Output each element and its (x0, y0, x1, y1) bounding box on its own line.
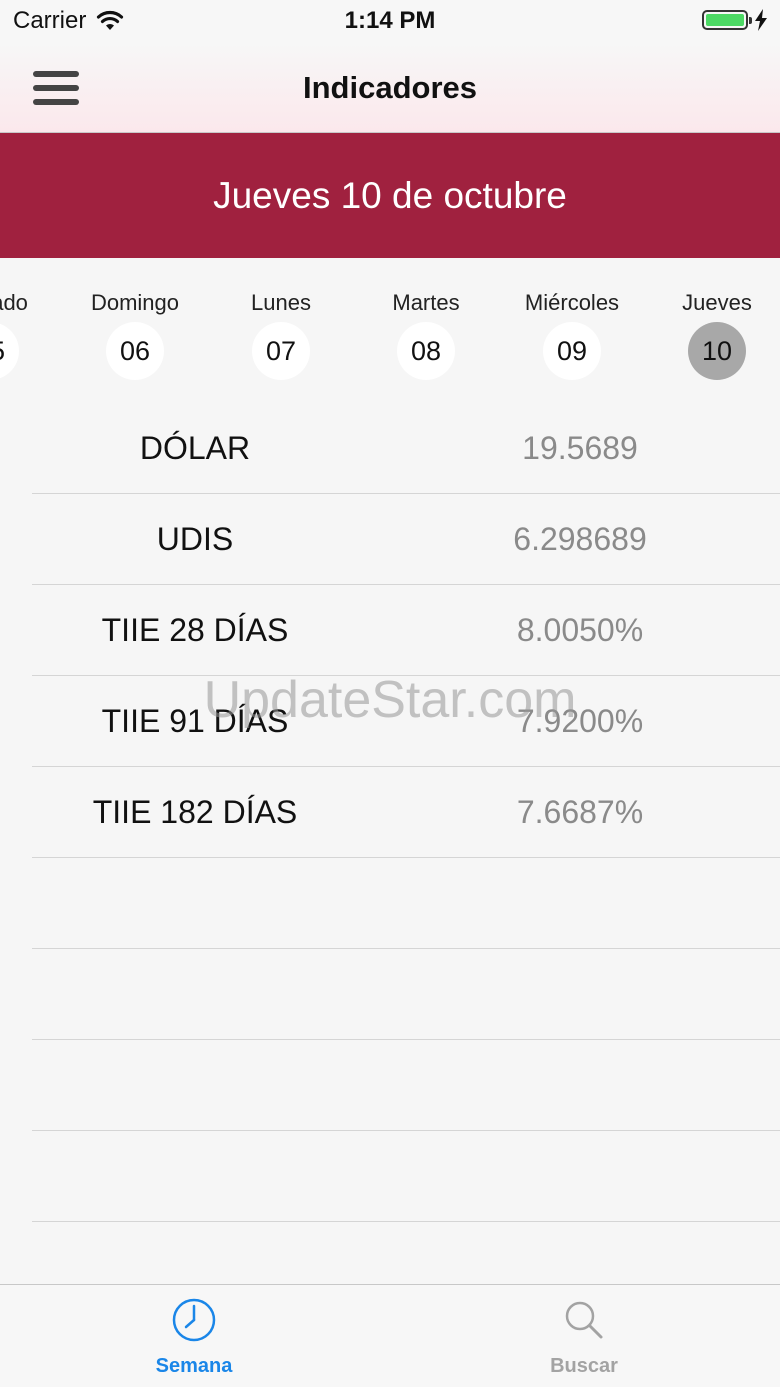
day-item-lunes[interactable]: Lunes 07 (211, 288, 351, 380)
tab-semana[interactable]: Semana (94, 1297, 294, 1378)
indicator-name: DÓLAR (139, 430, 251, 466)
indicator-value: 8.0050% (516, 612, 644, 648)
battery-indicator (702, 9, 768, 31)
charging-bolt-icon (755, 9, 767, 31)
table-row-empty (32, 1040, 780, 1131)
indicator-name (32, 949, 358, 1040)
indicator-value (440, 1040, 720, 1131)
tab-buscar[interactable]: Buscar (484, 1297, 684, 1378)
indicator-name: TIIE 182 DÍAS (92, 794, 298, 830)
table-row[interactable]: DÓLAR 19.5689 (32, 403, 780, 494)
day-number: 05 (0, 322, 19, 380)
date-banner-text: Jueves 10 de octubre (213, 174, 567, 216)
indicator-name: UDIS (156, 521, 234, 557)
day-label: Sábado (0, 290, 28, 315)
status-time: 1:14 PM (344, 7, 436, 34)
day-number: 07 (252, 322, 310, 380)
day-item-martes[interactable]: Martes 08 (356, 288, 496, 380)
indicator-name: TIIE 28 DÍAS (101, 612, 289, 648)
navigation-bar: Indicadores (0, 44, 780, 133)
day-item-miercoles[interactable]: Miércoles 09 (502, 288, 642, 380)
day-label: Miércoles (524, 290, 620, 315)
day-label: Jueves (682, 290, 752, 315)
page-title: Indicadores (303, 70, 477, 105)
indicator-name (32, 858, 358, 949)
indicator-value (440, 949, 720, 1040)
indicator-name (32, 1131, 358, 1222)
table-row[interactable]: TIIE 182 DÍAS 7.6687% (32, 767, 780, 858)
day-selector[interactable]: Sábado 05 Domingo 06 Lunes 07 Martes 08 … (0, 258, 780, 398)
indicator-value (440, 858, 720, 949)
indicator-value: 6.298689 (513, 521, 647, 557)
table-row[interactable]: UDIS 6.298689 (32, 494, 780, 585)
indicator-value: 19.5689 (522, 430, 638, 466)
table-row-empty (32, 858, 780, 949)
indicator-value: 7.6687% (516, 794, 644, 830)
indicator-value: 7.9200% (516, 703, 644, 739)
day-number: 06 (106, 322, 164, 380)
table-row[interactable]: TIIE 28 DÍAS 8.0050% (32, 585, 780, 676)
tab-label: Buscar (550, 1355, 618, 1377)
indicator-name: TIIE 91 DÍAS (101, 703, 289, 739)
battery-icon (702, 10, 752, 30)
tab-bar: Semana Buscar (0, 1284, 780, 1387)
indicators-table: DÓLAR 19.5689 UDIS 6.298689 TIIE 28 DÍAS… (0, 403, 780, 1222)
day-label: Lunes (251, 290, 311, 315)
day-label: Domingo (90, 290, 180, 315)
table-row-empty (32, 1131, 780, 1222)
clock-icon (172, 1298, 216, 1342)
day-number: 09 (543, 322, 601, 380)
table-row-empty (32, 949, 780, 1040)
day-label: Martes (392, 290, 460, 315)
search-icon (565, 1301, 603, 1339)
day-item-domingo[interactable]: Domingo 06 (65, 288, 205, 380)
day-item-sabado[interactable]: Sábado 05 (0, 288, 60, 380)
day-number: 08 (397, 322, 455, 380)
indicator-value (440, 1131, 720, 1222)
table-row[interactable]: TIIE 91 DÍAS 7.9200% (32, 676, 780, 767)
tab-label: Semana (155, 1355, 233, 1377)
day-number-selected: 10 (688, 322, 746, 380)
status-bar: Carrier 1:14 PM (0, 0, 780, 44)
indicator-name (32, 1040, 358, 1131)
day-item-jueves[interactable]: Jueves 10 (647, 288, 780, 380)
date-banner: Jueves 10 de octubre (0, 133, 780, 258)
